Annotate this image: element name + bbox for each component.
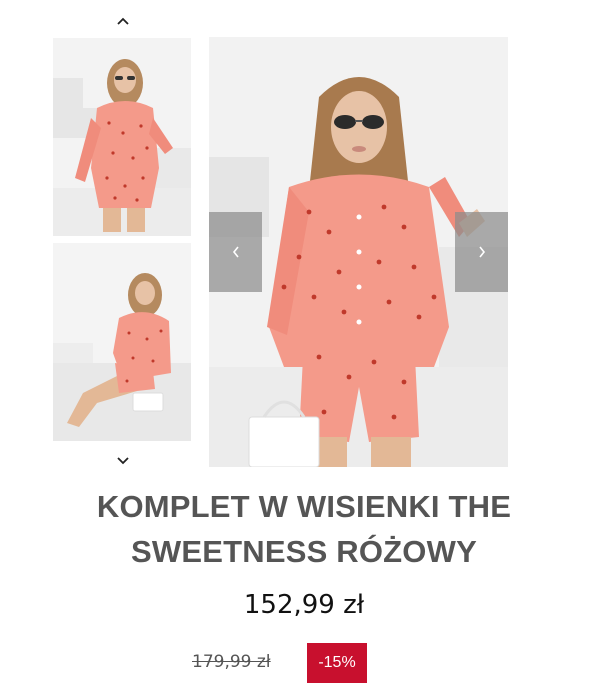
product-title-line-1: KOMPLET W WISIENKI THE — [96, 489, 512, 524]
old-price: 179,99 zł — [192, 652, 271, 672]
thumbnail-photo-sitting — [53, 243, 191, 441]
thumbnail-image-1[interactable] — [53, 38, 191, 236]
chevron-up-icon — [117, 17, 129, 25]
chevron-right-icon — [478, 246, 485, 258]
gallery-previous-button[interactable] — [209, 212, 262, 292]
product-title-line-2: SWEETNESS RÓŻOWY — [131, 534, 477, 569]
thumbnail-scroll-down-button[interactable] — [108, 450, 138, 472]
current-price: 152,99 zł — [243, 590, 365, 620]
thumbnail-image-2[interactable] — [53, 243, 191, 441]
thumbnail-photo-standing — [53, 38, 191, 236]
gallery-next-button[interactable] — [455, 212, 508, 292]
discount-badge: -15% — [307, 643, 367, 683]
product-title: KOMPLET W WISIENKI THE SWEETNESS RÓŻOWY — [30, 484, 578, 574]
chevron-down-icon — [117, 457, 129, 465]
chevron-left-icon — [232, 246, 239, 258]
thumbnail-scroll-up-button[interactable] — [108, 10, 138, 32]
